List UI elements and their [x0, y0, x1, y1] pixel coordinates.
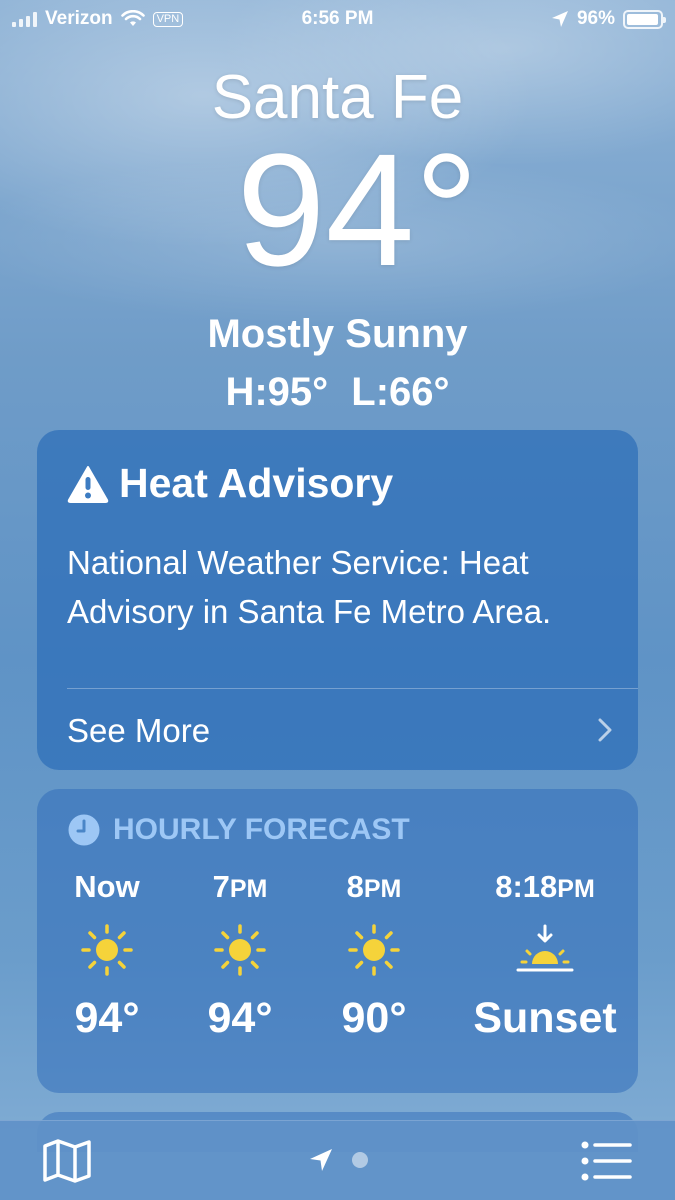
- warning-triangle-icon: [67, 465, 109, 503]
- see-more-label: See More: [67, 712, 211, 749]
- hour-item: Now 94°: [67, 867, 147, 1043]
- hourly-header: HOURLY FORECAST: [67, 813, 410, 847]
- status-right: 96%: [551, 8, 666, 30]
- sunset-icon: [465, 907, 625, 993]
- sun-icon: [334, 907, 414, 993]
- battery-icon: [623, 9, 666, 29]
- sun-icon: [200, 907, 280, 993]
- advisory-title: Heat Advisory: [119, 460, 394, 506]
- hour-item: 7PM 94°: [200, 867, 280, 1043]
- battery-fill: [627, 13, 658, 25]
- hourly-title: HOURLY FORECAST: [113, 813, 410, 846]
- hour-item: 8:18PM Sunset: [465, 867, 625, 1043]
- advisory-body: National Weather Service: Heat Advisory …: [67, 544, 552, 630]
- hour-temperature: 90°: [341, 994, 407, 1042]
- heat-advisory-card[interactable]: Heat Advisory National Weather Service: …: [37, 430, 638, 770]
- see-more-button[interactable]: See More: [37, 692, 638, 770]
- hour-time: 8:18PM: [495, 869, 595, 904]
- page-dot: [351, 1152, 368, 1168]
- status-bar: Verizon VPN 6:56 PM 96%: [0, 0, 675, 38]
- hour-item: 8PM 90°: [334, 867, 414, 1043]
- clock-icon: [68, 814, 100, 846]
- bottom-toolbar: [0, 1120, 675, 1200]
- condition-label: Mostly Sunny: [207, 312, 468, 356]
- hour-temperature: 94°: [74, 994, 140, 1042]
- hour-temperature: Sunset: [473, 994, 617, 1042]
- location-arrow-icon: [309, 1149, 332, 1171]
- hour-time: 7PM: [212, 869, 268, 904]
- high-low-label: H:95° L:66°: [225, 370, 450, 414]
- hourly-forecast-card[interactable]: HOURLY FORECAST Now 94° 7PM 94° 8PM 90° …: [37, 789, 638, 1093]
- hour-temperature: 94°: [207, 994, 273, 1042]
- page-indicator[interactable]: [0, 1147, 675, 1173]
- advisory-header: Heat Advisory: [67, 460, 393, 507]
- chevron-right-icon: [598, 716, 612, 750]
- hour-time: Now: [74, 869, 140, 904]
- sun-icon: [67, 907, 147, 993]
- current-temperature: 94°: [236, 120, 479, 299]
- hour-time: 8PM: [346, 869, 402, 904]
- location-services-icon: [551, 11, 568, 27]
- location-list-button[interactable]: [581, 1141, 633, 1186]
- battery-percent: 96%: [576, 8, 615, 29]
- advisory-divider: [67, 688, 638, 689]
- list-icon: [581, 1141, 632, 1181]
